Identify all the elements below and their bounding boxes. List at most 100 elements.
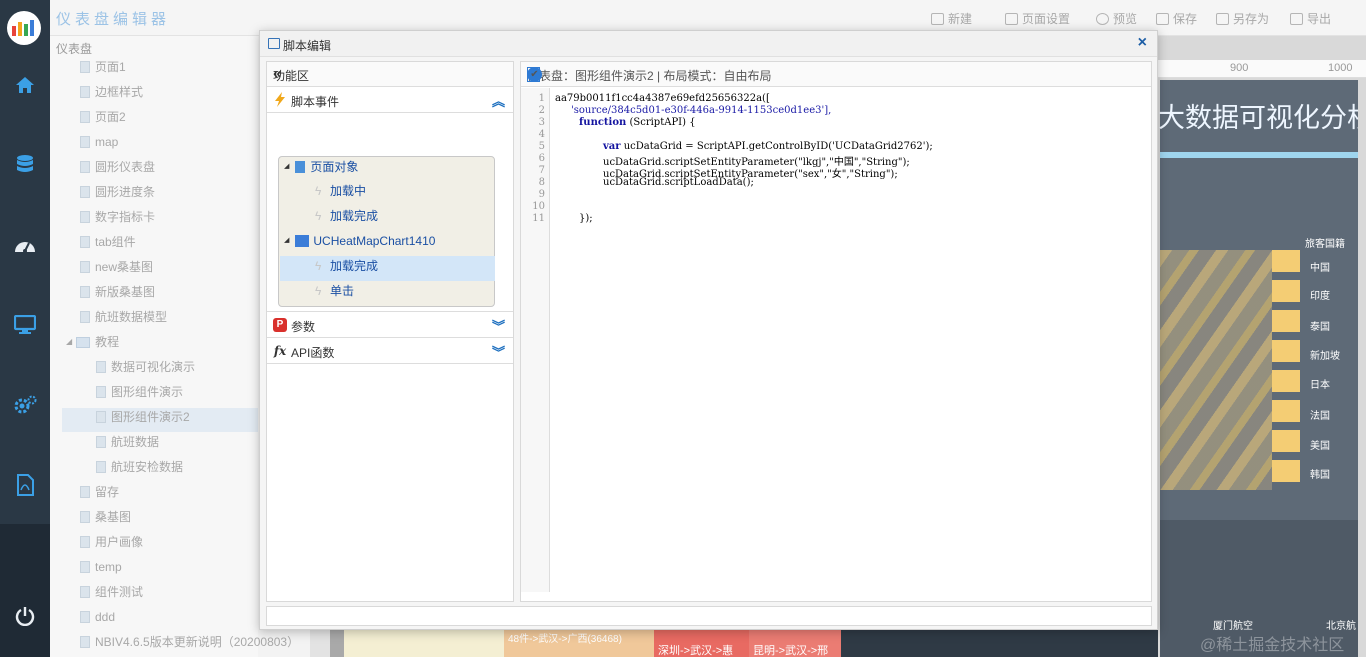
file-icon [80, 286, 90, 298]
sankey-node [1272, 370, 1300, 392]
canvas-title-clip: 大数据可视化分析 [1158, 96, 1358, 136]
event-comp-loaded[interactable]: ϟ 加载完成 [315, 254, 378, 278]
save-as-icon [1216, 12, 1229, 25]
script-events-section[interactable]: 脚本事件 ︽ [267, 87, 513, 113]
monitor-icon[interactable] [13, 313, 37, 337]
power-icon[interactable] [13, 604, 37, 628]
code-line: function (ScriptAPI) { [579, 117, 696, 128]
tree-item[interactable]: 数字指标卡 [80, 206, 155, 228]
tree-item[interactable]: new桑基图 [80, 256, 153, 278]
canvas-title: 大数据可视化分析 [1158, 103, 1358, 133]
country-label: 新加坡 [1310, 351, 1340, 362]
save-as-button[interactable]: 另存为 [1216, 10, 1269, 27]
file-icon [80, 611, 90, 623]
file-icon [80, 261, 90, 273]
param-icon: P [273, 317, 287, 332]
ruler: 900 1000 [1158, 60, 1366, 78]
ruler-label: 1000 [1328, 62, 1353, 74]
event-loading[interactable]: ϟ 加载中 [315, 179, 366, 203]
collapse-left-icon[interactable]: « [273, 65, 505, 82]
new-button[interactable]: 新建 [931, 10, 972, 27]
event-loaded[interactable]: ϟ 加载完成 [315, 204, 378, 228]
export-button[interactable]: 导出 [1290, 10, 1331, 27]
tree-item-label: 用户画像 [95, 535, 144, 549]
tree-item[interactable]: 边框样式 [80, 81, 143, 103]
tree-item[interactable]: 图形组件演示2 [96, 406, 190, 428]
country-label: 日本 [1310, 380, 1330, 391]
script-icon [268, 38, 280, 49]
line-number: 6 [538, 153, 545, 164]
lightning-icon [273, 92, 287, 107]
home-icon[interactable] [13, 73, 37, 97]
event-click[interactable]: ϟ 单击 [315, 279, 354, 303]
watermark: @稀土掘金技术社区 [1200, 637, 1345, 654]
tree-item[interactable]: 航班数据模型 [80, 306, 167, 328]
app-title: 仪表盘编辑器 [56, 11, 171, 28]
tree-item[interactable]: 数据可视化演示 [96, 356, 195, 378]
tree-item[interactable]: 组件测试 [80, 581, 143, 603]
database-icon[interactable] [13, 153, 37, 177]
tree-item[interactable]: tab组件 [80, 231, 136, 253]
save-label: 保存 [1173, 12, 1198, 26]
route-cell: 深圳->武汉->惠 [654, 630, 749, 657]
file-icon [80, 561, 90, 573]
tree-item[interactable]: 圆形进度条 [80, 181, 155, 203]
api-section[interactable]: fx API函数 ︾ [267, 338, 513, 364]
tree-item[interactable]: 航班安检数据 [96, 456, 183, 478]
tree-item[interactable]: NBIV4.6.5版本更新说明（20200803） [80, 631, 299, 653]
preview-label: 预览 [1113, 12, 1138, 26]
scroll-thumb[interactable] [330, 630, 344, 657]
tree-item[interactable]: ddd [80, 606, 115, 628]
tree-item-label: new桑基图 [95, 260, 154, 274]
settings-icon[interactable] [13, 393, 37, 417]
event-bolt-icon: ϟ [315, 259, 322, 273]
bg-strip [344, 630, 504, 657]
tree-item[interactable]: temp [80, 556, 122, 578]
tree-item-label: 图形组件演示 [111, 385, 184, 399]
tree-item[interactable]: 页面2 [80, 106, 126, 128]
line-number: 3 [538, 117, 545, 128]
tree-item[interactable]: 页面1 [80, 56, 126, 78]
tree-item[interactable]: 桑基图 [80, 506, 131, 528]
tree-item-label: tab组件 [95, 235, 136, 249]
expand-arrow-icon: ◢ [284, 163, 290, 170]
file-icon [96, 461, 106, 473]
preview-button[interactable]: 预览 [1096, 10, 1137, 27]
tree-item[interactable]: 新版桑基图 [80, 281, 155, 303]
tree-item[interactable]: 留存 [80, 481, 119, 503]
page-settings-button[interactable]: 页面设置 [1005, 10, 1070, 27]
tree-item[interactable]: 航班数据 [96, 431, 159, 453]
tree-item[interactable]: map [80, 131, 118, 153]
script-events-label: 脚本事件 [291, 95, 340, 109]
chevron-up-icon[interactable]: ︽ [492, 91, 505, 110]
tree-item-label: 航班数据 [111, 435, 160, 449]
tree-item[interactable]: 图形组件演示 [96, 381, 183, 403]
tree-item-label: 页面2 [95, 110, 126, 124]
tree-item-label: 页面1 [95, 60, 126, 74]
event-node-component[interactable]: ◢ UCHeatMapChart1410 [284, 229, 435, 253]
app-logo[interactable] [7, 11, 41, 45]
event-label: 加载中 [330, 184, 367, 198]
tree-item[interactable]: 圆形仪表盘 [80, 156, 155, 178]
tree-item-label: temp [95, 560, 122, 574]
dashboard-icon[interactable] [13, 233, 37, 257]
event-node-page[interactable]: ◢ 页面对象 [284, 155, 358, 179]
tree-item-label: map [95, 135, 119, 149]
line-number: 9 [538, 189, 545, 200]
pdf-icon[interactable] [13, 473, 37, 497]
chevron-down-icon[interactable]: ︾ [492, 316, 505, 335]
line-number: 8 [538, 177, 545, 188]
tree-item[interactable]: 用户画像 [80, 531, 143, 553]
country-label: 韩国 [1310, 470, 1330, 481]
tree-folder[interactable]: ◢ 教程 [66, 331, 119, 353]
close-icon[interactable]: × [1138, 34, 1147, 52]
breadcrumb: 仪表盘 [56, 42, 93, 56]
save-button[interactable]: 保存 [1156, 10, 1197, 27]
tree-item-label: ddd [95, 610, 116, 624]
params-section[interactable]: P 参数 ︾ [267, 312, 513, 338]
expand-arrow-icon: ◢ [284, 237, 290, 244]
document-icon[interactable] [527, 67, 540, 82]
chevron-down-icon[interactable]: ︾ [492, 342, 505, 361]
code-keyword: function [579, 117, 627, 128]
scroll-left[interactable] [310, 630, 330, 657]
